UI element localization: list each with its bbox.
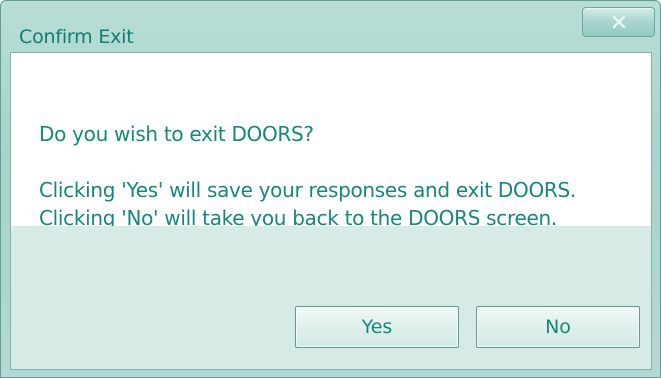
window-title: Confirm Exit xyxy=(19,26,134,48)
title-bar[interactable]: Confirm Exit xyxy=(1,1,660,51)
message-area: Do you wish to exit DOORS? Clicking 'Yes… xyxy=(11,53,651,230)
close-x-icon xyxy=(612,15,626,29)
no-button[interactable]: No xyxy=(476,306,640,348)
question-text: Do you wish to exit DOORS? xyxy=(39,122,314,146)
button-bar: Yes No xyxy=(11,226,651,369)
close-button[interactable] xyxy=(582,7,655,37)
yes-explanation-text: Clicking 'Yes' will save your responses … xyxy=(39,178,576,202)
yes-button[interactable]: Yes xyxy=(295,306,459,348)
confirm-exit-dialog: Confirm Exit Do you wish to exit DOORS? … xyxy=(0,0,661,378)
dialog-body: Do you wish to exit DOORS? Clicking 'Yes… xyxy=(10,52,652,370)
